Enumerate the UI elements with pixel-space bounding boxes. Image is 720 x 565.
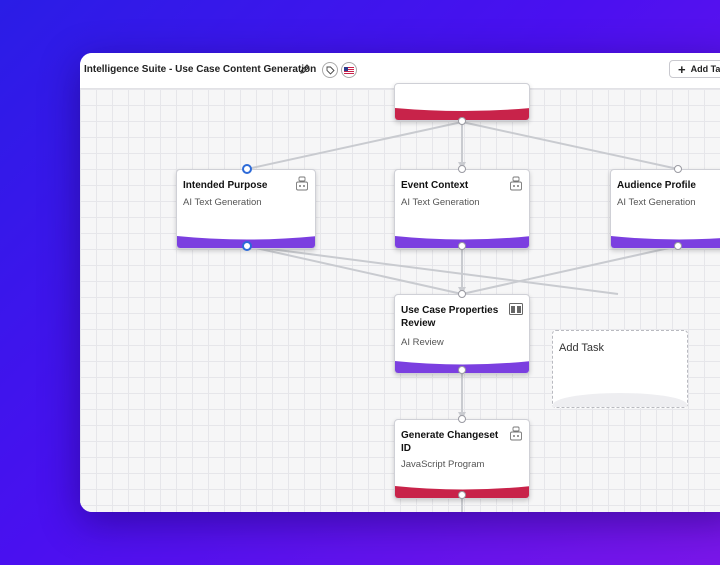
add-task-button[interactable]: + Add Task [669,60,720,78]
use-case-review-output-port[interactable] [458,366,466,374]
workflow-window: Intelligence Suite - Use Case Content Ge… [80,53,720,512]
event-context-output-port[interactable] [458,242,466,250]
intended-purpose-input-port[interactable] [242,164,252,174]
edit-pencil-icon[interactable] [298,62,312,76]
event-context-node[interactable]: Event Context AI Text Generation [394,169,530,249]
generate-changeset-input-port[interactable] [458,415,466,423]
node-subtitle: JavaScript Program [401,459,485,470]
upstream-output-port[interactable] [458,117,466,125]
intended-purpose-node[interactable]: Intended Purpose AI Text Generation [176,169,316,249]
node-subtitle: AI Text Generation [401,197,480,208]
node-subtitle: AI Text Generation [183,197,262,208]
workflow-canvas[interactable]: Intended Purpose AI Text Generation Even… [80,83,720,512]
node-title: Audience Profile [617,180,696,191]
node-subtitle: AI Text Generation [617,197,696,208]
audience-profile-input-port[interactable] [674,165,682,173]
event-context-input-port[interactable] [458,165,466,173]
audience-profile-node[interactable]: Audience Profile AI Text Generation [610,169,720,249]
add-task-placeholder[interactable]: Add Task [552,330,688,408]
tag-icon[interactable] [322,62,338,78]
us-flag-icon[interactable] [341,62,357,78]
audience-profile-output-port[interactable] [674,242,682,250]
generate-changeset-output-port[interactable] [458,491,466,499]
add-task-button-label: Add Task [690,64,720,74]
node-title: Generate Changeset ID [401,430,499,454]
node-title: Intended Purpose [183,180,268,191]
workflow-title: Intelligence Suite - Use Case Content Ge… [84,64,317,75]
review-panel-icon [509,302,523,318]
robot-icon [509,176,523,192]
plus-icon: + [678,61,686,77]
upstream-task-node[interactable] [394,83,530,121]
generate-changeset-node[interactable]: Generate Changeset ID JavaScript Program [394,419,530,499]
node-title: Event Context [401,180,469,191]
use-case-review-node[interactable]: Use Case Properties Review AI Review [394,294,530,374]
robot-icon [509,426,523,442]
node-subtitle: AI Review [401,337,444,348]
robot-icon [295,176,309,192]
use-case-review-input-port[interactable] [458,290,466,298]
node-title: Use Case Properties Review [401,305,499,329]
add-task-placeholder-label: Add Task [559,342,605,354]
intended-purpose-output-port[interactable] [242,241,252,251]
